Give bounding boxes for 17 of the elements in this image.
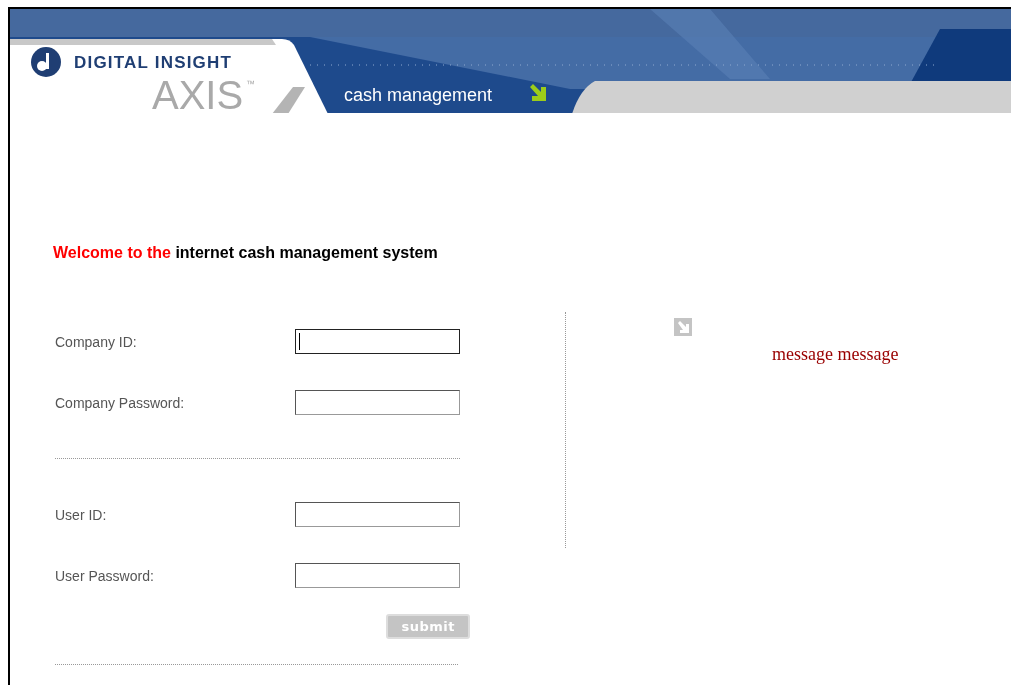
arrow-icon	[528, 83, 548, 103]
input-field[interactable]	[295, 390, 460, 415]
field-label: User Password:	[55, 567, 155, 584]
welcome-heading: Welcome to the internet cash management system	[53, 244, 439, 262]
field-label: Company Password:	[55, 394, 186, 411]
field-label: User ID:	[55, 506, 108, 523]
input-field[interactable]	[295, 563, 460, 588]
product-name: AXIS	[152, 75, 244, 113]
trademark-mark: ™	[246, 79, 255, 89]
message-text: message message	[772, 344, 899, 365]
submit-button[interactable]: submit	[386, 614, 470, 639]
brand-name: DIGITAL INSIGHT	[74, 53, 233, 73]
logo-icon	[31, 47, 61, 77]
section-title: cash management	[344, 85, 493, 106]
input-field[interactable]	[295, 329, 460, 354]
field-label: Company ID:	[55, 333, 138, 350]
input-field[interactable]	[295, 502, 460, 527]
